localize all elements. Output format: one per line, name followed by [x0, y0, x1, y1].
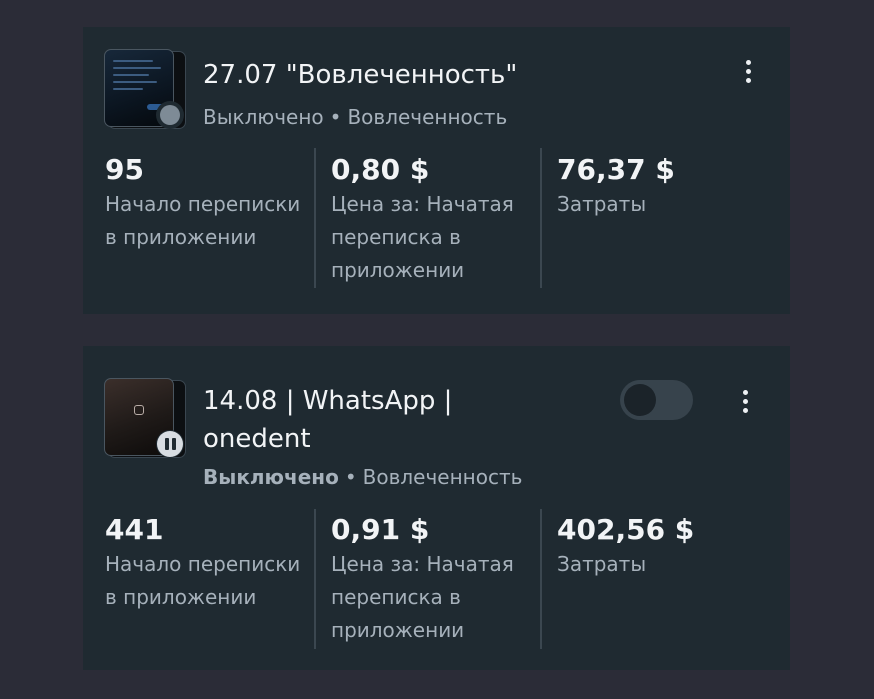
- divider: [314, 148, 316, 288]
- metric-label: Цена за: Начатая переписка в приложении: [331, 552, 514, 642]
- metric-results: 95 Начало переписки в приложении: [105, 152, 310, 254]
- campaign-title-line: 14.08 | WhatsApp |: [203, 386, 453, 416]
- metric-value: 76,37 $: [557, 153, 675, 186]
- campaign-status-line: Выключено • Вовлеченность: [203, 104, 507, 130]
- metric-cost-per-result: 0,91 $ Цена за: Начатая переписка в прил…: [331, 512, 536, 647]
- metric-value: 0,91 $: [331, 513, 430, 546]
- campaign-title-line: onedent: [203, 424, 311, 454]
- campaign-card[interactable]: 27.07 "Вовлеченность" Выключено • Вовлечен…: [83, 27, 790, 314]
- metric-cost-per-result: 0,80 $ Цена за: Начатая переписка в прил…: [331, 152, 536, 287]
- metric-value: 0,80 $: [331, 153, 430, 186]
- objective-text: Вовлеченность: [347, 105, 508, 129]
- ad-thumbnail: [104, 49, 186, 131]
- metric-amount-spent: 402,56 $ Затраты: [557, 512, 762, 581]
- campaign-title[interactable]: 14.08 | WhatsApp | onedent: [203, 382, 452, 458]
- divider: [540, 148, 542, 288]
- metric-value: 441: [105, 513, 164, 546]
- metric-value: 95: [105, 153, 144, 186]
- metric-results: 441 Начало переписки в приложении: [105, 512, 310, 614]
- more-options-icon[interactable]: [738, 55, 758, 87]
- divider: [540, 509, 542, 649]
- inactive-dot-icon: [156, 101, 184, 129]
- status-separator: •: [329, 105, 342, 129]
- metric-label: Затраты: [557, 552, 647, 576]
- campaign-card[interactable]: 14.08 | WhatsApp | onedent Выключено • Вов…: [83, 346, 790, 670]
- campaign-status-line: Выключено • Вовлеченность: [203, 464, 522, 490]
- campaign-toggle[interactable]: [620, 380, 693, 420]
- metric-amount-spent: 76,37 $ Затраты: [557, 152, 762, 221]
- pause-icon: [156, 430, 184, 458]
- metric-label: Затраты: [557, 192, 647, 216]
- campaign-title[interactable]: 27.07 "Вовлеченность": [203, 56, 517, 94]
- status-text: Выключено: [203, 465, 339, 489]
- status-text: Выключено: [203, 105, 324, 129]
- status-separator: •: [344, 465, 357, 489]
- toggle-knob: [624, 384, 656, 416]
- objective-text: Вовлеченность: [362, 465, 523, 489]
- divider: [314, 509, 316, 649]
- metric-value: 402,56 $: [557, 513, 695, 546]
- ad-thumbnail: [104, 378, 186, 460]
- metric-label: Цена за: Начатая переписка в приложении: [331, 192, 514, 282]
- metric-label: Начало переписки в приложении: [105, 552, 301, 609]
- metric-label: Начало переписки в приложении: [105, 192, 301, 249]
- more-options-icon[interactable]: [735, 385, 755, 417]
